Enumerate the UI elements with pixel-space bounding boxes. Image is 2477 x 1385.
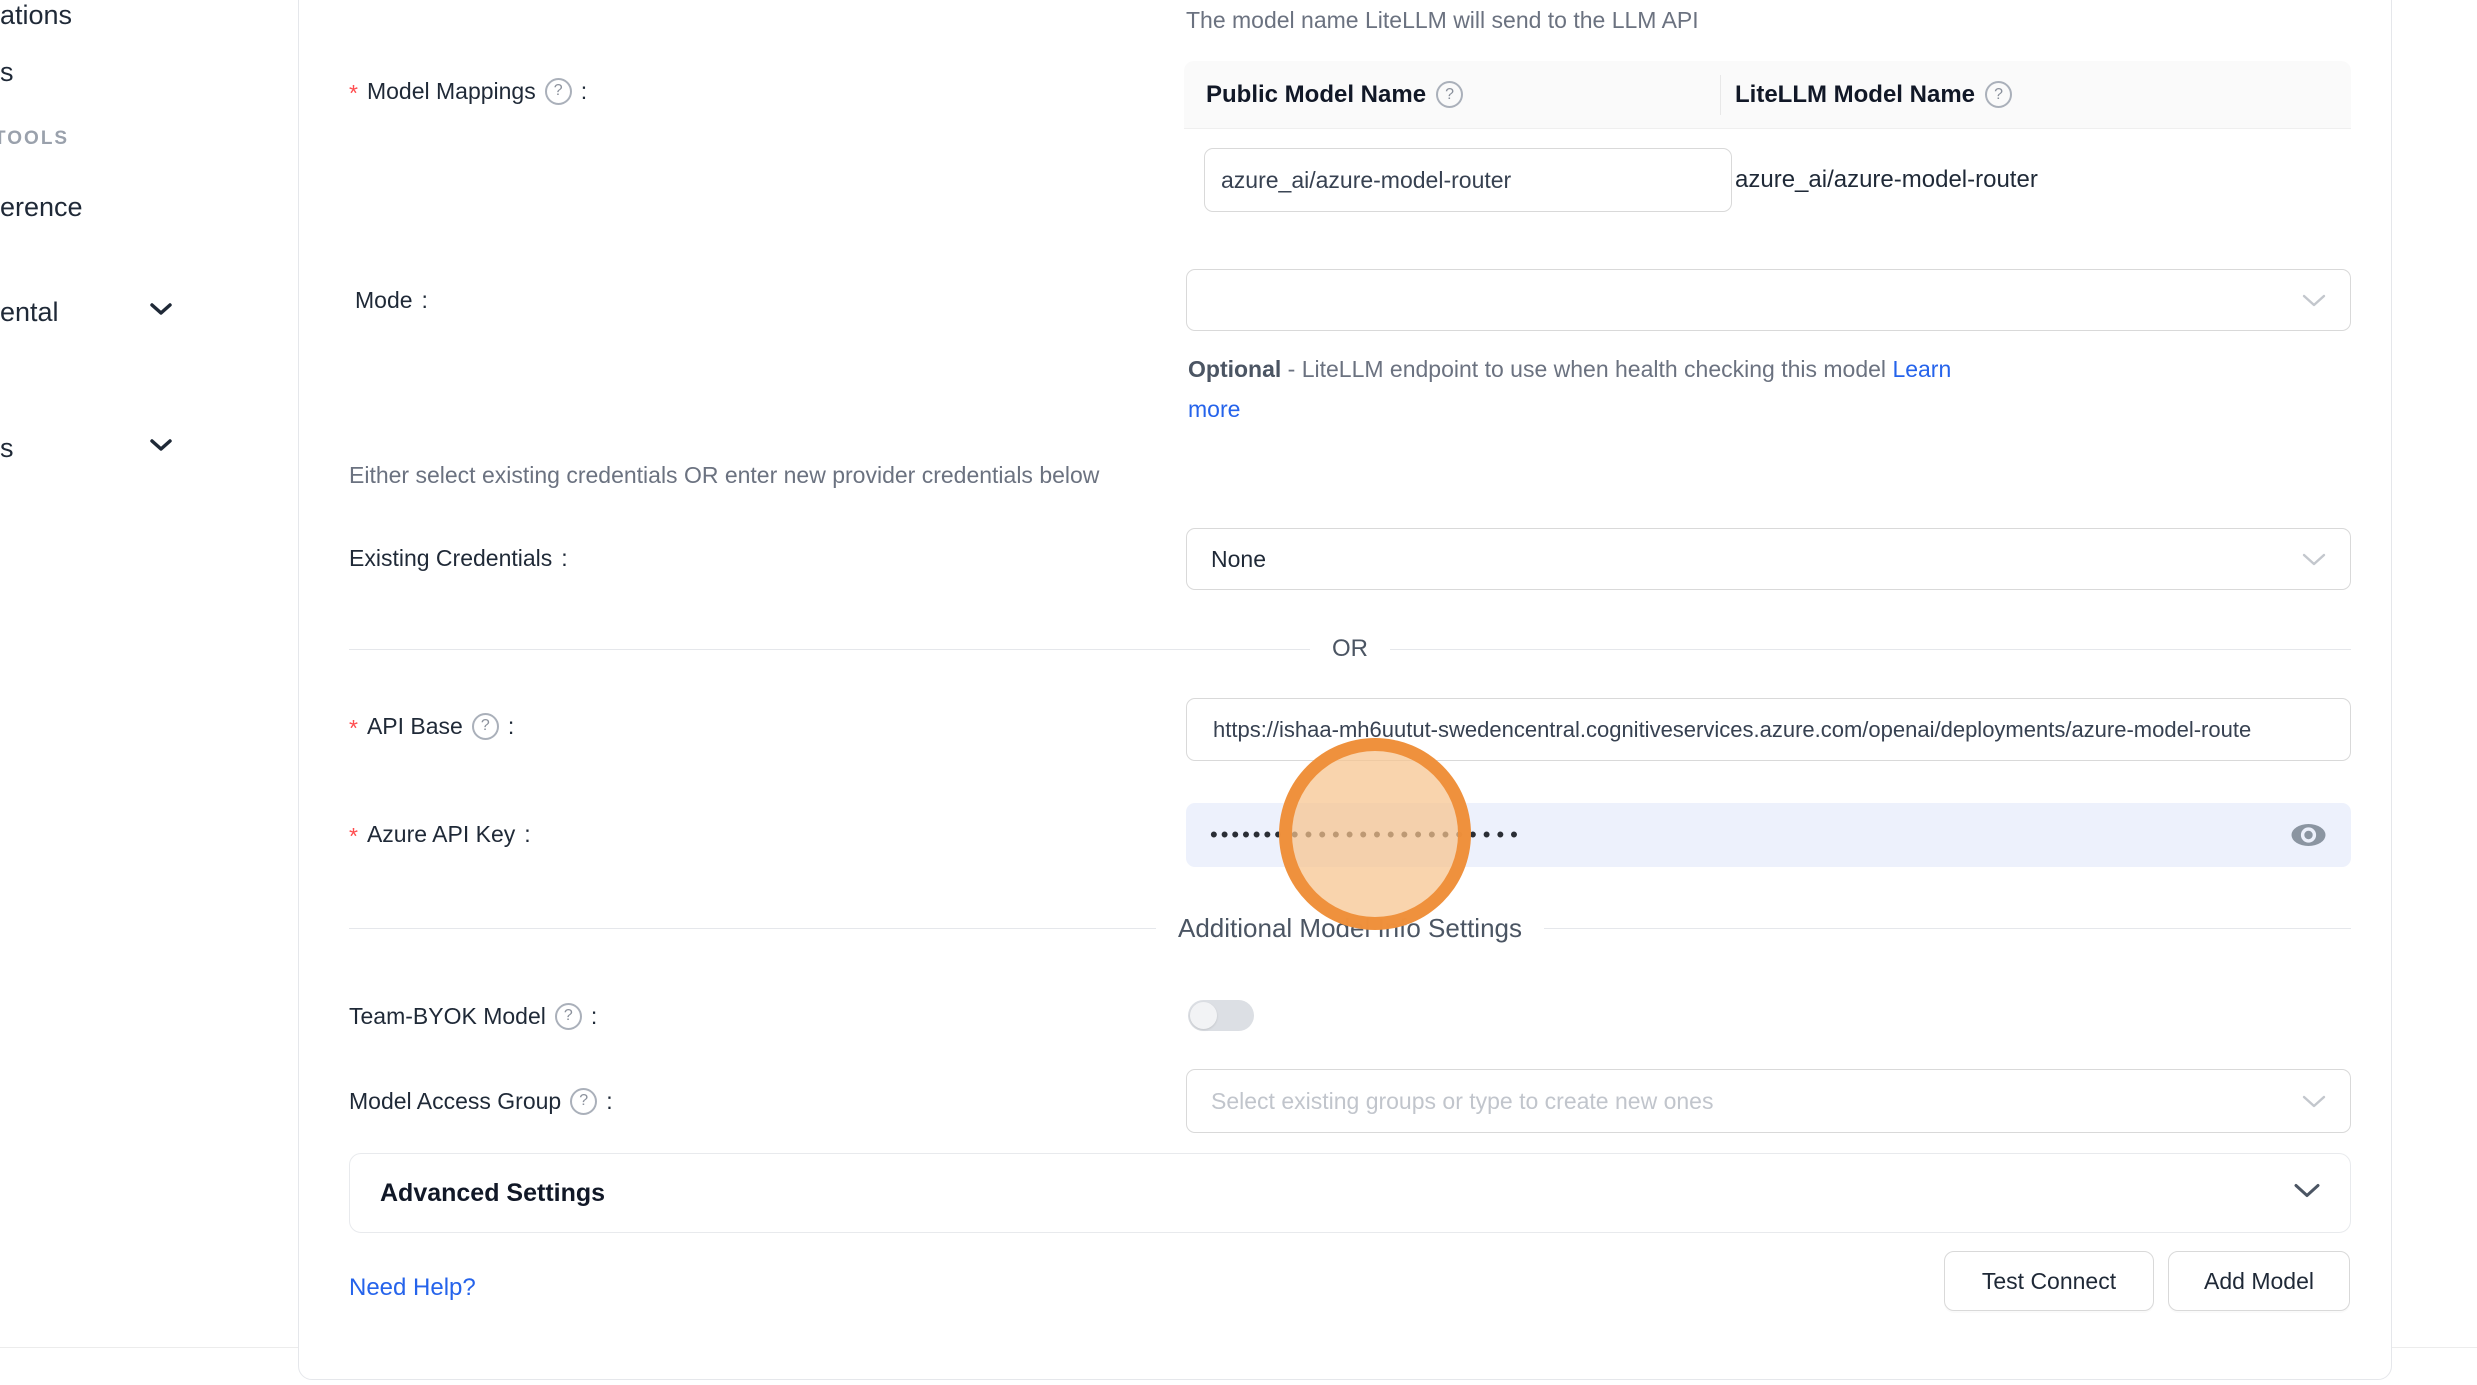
table-row: azure_ai/azure-model-router	[1184, 129, 2351, 231]
sidebar-item[interactable]: s	[0, 433, 14, 464]
add-model-form-card: The model name LiteLLM will send to the …	[298, 0, 2392, 1380]
api-base-input[interactable]	[1186, 698, 2351, 761]
toggle-knob	[1190, 1002, 1217, 1029]
mode-help-text: Optional - LiteLLM endpoint to use when …	[1188, 349, 2008, 429]
sidebar-item[interactable]: ental	[0, 297, 59, 328]
help-icon[interactable]: ?	[570, 1088, 597, 1115]
sidebar-section-label: TOOLS	[0, 128, 69, 150]
advanced-settings-panel[interactable]: Advanced Settings	[349, 1153, 2351, 1233]
table-header-row: Public Model Name ? LiteLLM Model Name ?	[1184, 61, 2351, 129]
chevron-down-icon	[2302, 546, 2326, 573]
chevron-down-icon	[2302, 287, 2326, 314]
masked-password-dots: •••••••••••••••••	[1291, 824, 1524, 846]
azure-api-key-label: * Azure API Key :	[349, 816, 531, 852]
add-model-button[interactable]: Add Model	[2168, 1251, 2350, 1311]
model-access-group-label: Model Access Group ? :	[349, 1083, 613, 1119]
help-icon[interactable]: ?	[472, 713, 499, 740]
column-header-litellm-model-name: LiteLLM Model Name	[1735, 81, 1975, 109]
public-model-name-input[interactable]	[1204, 148, 1732, 212]
chevron-down-icon[interactable]	[150, 439, 172, 457]
help-icon[interactable]: ?	[1436, 81, 1463, 108]
masked-password-dots: •••••••	[1210, 824, 1285, 846]
need-help-link[interactable]: Need Help?	[349, 1274, 476, 1302]
credentials-note: Either select existing credentials OR en…	[349, 462, 1099, 489]
litellm-model-name-value: azure_ai/azure-model-router	[1721, 166, 2038, 194]
team-byok-label: Team-BYOK Model ? :	[349, 998, 597, 1034]
existing-credentials-select[interactable]: None	[1186, 528, 2351, 590]
existing-credentials-label: Existing Credentials :	[349, 540, 568, 576]
azure-api-key-input[interactable]: ••••••• •••••••••••••••••	[1186, 803, 2351, 867]
sidebar-item[interactable]: erence	[0, 192, 83, 223]
select-placeholder: Select existing groups or type to create…	[1211, 1088, 1713, 1115]
test-connect-button[interactable]: Test Connect	[1944, 1251, 2154, 1311]
model-access-group-select[interactable]: Select existing groups or type to create…	[1186, 1069, 2351, 1133]
model-name-help-text: The model name LiteLLM will send to the …	[1186, 7, 1699, 34]
eye-icon[interactable]	[2290, 820, 2327, 850]
mode-select[interactable]	[1186, 269, 2351, 331]
required-mark: *	[349, 823, 358, 850]
required-mark: *	[349, 80, 358, 107]
sidebar-item[interactable]: ations	[0, 0, 72, 31]
required-mark: *	[349, 715, 358, 742]
model-mappings-table: Public Model Name ? LiteLLM Model Name ?…	[1184, 61, 2351, 231]
column-header-public-model-name: Public Model Name	[1206, 81, 1426, 109]
mode-label: Mode :	[355, 282, 428, 318]
chevron-down-icon	[2294, 1183, 2320, 1204]
team-byok-toggle[interactable]	[1188, 1000, 1254, 1031]
api-base-label: * API Base ? :	[349, 708, 514, 744]
additional-settings-divider: Additional Model Info Settings	[349, 910, 2351, 946]
model-mappings-label: * Model Mappings ? :	[349, 73, 587, 109]
chevron-down-icon[interactable]	[150, 303, 172, 321]
help-icon[interactable]: ?	[545, 78, 572, 105]
or-divider: OR	[349, 631, 2351, 667]
chevron-down-icon	[2302, 1088, 2326, 1115]
help-icon[interactable]: ?	[555, 1003, 582, 1030]
help-icon[interactable]: ?	[1985, 81, 2012, 108]
sidebar-item[interactable]: s	[0, 57, 14, 88]
